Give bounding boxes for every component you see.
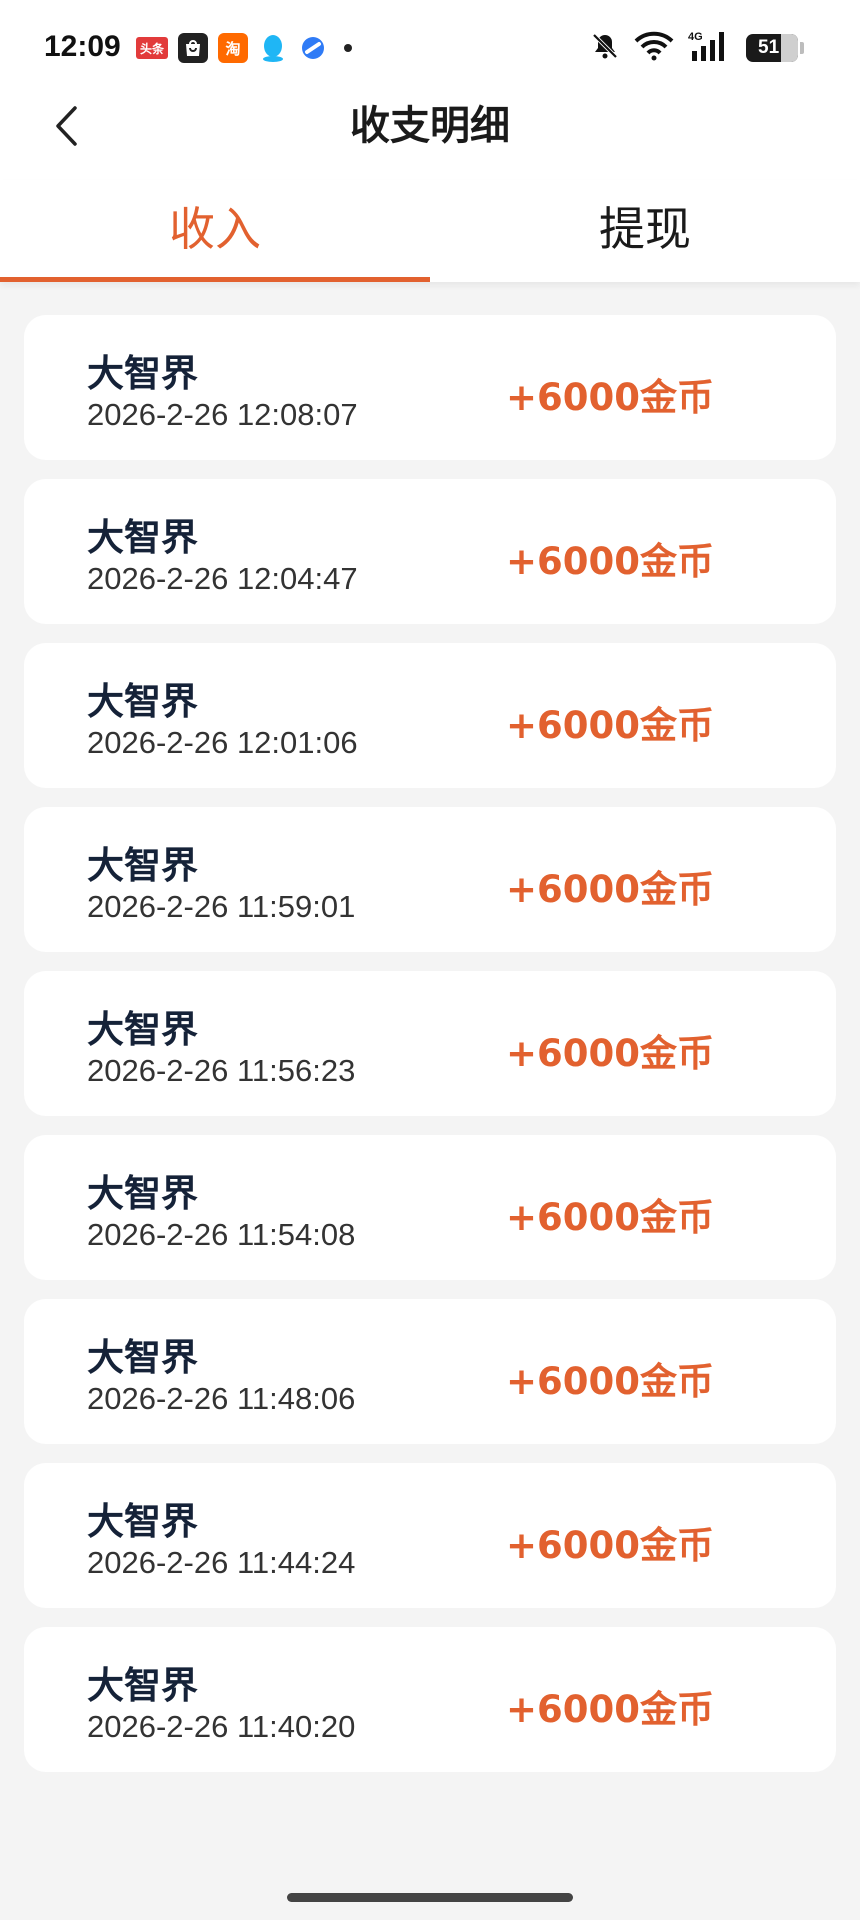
- qq-icon: [258, 33, 288, 63]
- app-header: 收支明细: [0, 98, 860, 180]
- record-time: 2026-2-26 11:48:06: [87, 1381, 356, 1416]
- notification-icons: 头条 淘: [136, 32, 352, 64]
- tab-bar: 收入 提现: [0, 180, 860, 282]
- record-name: 大智界: [87, 680, 198, 723]
- tab-withdraw[interactable]: 提现: [430, 180, 860, 282]
- status-time: 12:09: [44, 30, 121, 63]
- record-amount: +6000金币: [506, 1032, 714, 1075]
- list-item: 大智界 2026-2-26 11:54:08 +6000金币: [24, 1135, 836, 1280]
- battery-tip: [800, 42, 804, 54]
- list-item: 大智界 2026-2-26 12:04:47 +6000金币: [24, 479, 836, 624]
- record-time: 2026-2-26 12:01:06: [87, 725, 358, 760]
- record-name: 大智界: [87, 1664, 198, 1707]
- list-item: 大智界 2026-2-26 11:59:01 +6000金币: [24, 807, 836, 952]
- list-item: 大智界 2026-2-26 11:40:20 +6000金币: [24, 1627, 836, 1772]
- record-name: 大智界: [87, 1172, 198, 1215]
- record-amount: +6000金币: [506, 1524, 714, 1567]
- record-amount: +6000金币: [506, 1688, 714, 1731]
- battery-icon: 51: [746, 34, 798, 62]
- record-name: 大智界: [87, 1336, 198, 1379]
- home-indicator[interactable]: [287, 1893, 573, 1902]
- record-amount: +6000金币: [506, 1196, 714, 1239]
- record-time: 2026-2-26 12:08:07: [87, 397, 358, 432]
- records-list: 大智界 2026-2-26 12:08:07 +6000金币 大智界 2026-…: [24, 315, 836, 1791]
- toutiao-icon: 头条: [136, 37, 168, 59]
- record-time: 2026-2-26 11:54:08: [87, 1217, 356, 1252]
- record-amount: +6000金币: [506, 704, 714, 747]
- record-amount: +6000金币: [506, 1360, 714, 1403]
- taobao-icon: 淘: [218, 33, 248, 63]
- cellular-signal-icon: 4G: [688, 29, 732, 67]
- record-name: 大智界: [87, 516, 198, 559]
- shopping-bag-icon: [178, 33, 208, 63]
- list-item: 大智界 2026-2-26 12:01:06 +6000金币: [24, 643, 836, 788]
- record-time: 2026-2-26 12:04:47: [87, 561, 358, 596]
- status-bar: 12:09 头条 淘 4G 51: [0, 0, 860, 98]
- list-item: 大智界 2026-2-26 11:48:06 +6000金币: [24, 1299, 836, 1444]
- record-name: 大智界: [87, 1008, 198, 1051]
- record-amount: +6000金币: [506, 868, 714, 911]
- record-time: 2026-2-26 11:59:01: [87, 889, 356, 924]
- record-time: 2026-2-26 11:44:24: [87, 1545, 356, 1580]
- record-time: 2026-2-26 11:40:20: [87, 1709, 356, 1744]
- tab-income[interactable]: 收入: [0, 180, 430, 282]
- page-title: 收支明细: [350, 103, 510, 149]
- record-time: 2026-2-26 11:56:23: [87, 1053, 356, 1088]
- record-name: 大智界: [87, 1500, 198, 1543]
- record-name: 大智界: [87, 352, 198, 395]
- more-notifications-dot: [344, 44, 352, 52]
- mute-bell-icon: [590, 31, 620, 65]
- battery-level: 51: [758, 37, 780, 58]
- browser-icon: [298, 33, 328, 63]
- list-item: 大智界 2026-2-26 11:44:24 +6000金币: [24, 1463, 836, 1608]
- status-icons: 4G 51: [590, 30, 804, 66]
- record-amount: +6000金币: [506, 376, 714, 419]
- list-item: 大智界 2026-2-26 12:08:07 +6000金币: [24, 315, 836, 460]
- list-item: 大智界 2026-2-26 11:56:23 +6000金币: [24, 971, 836, 1116]
- wifi-icon: [634, 31, 674, 65]
- record-amount: +6000金币: [506, 540, 714, 583]
- network-type-label: 4G: [688, 31, 703, 43]
- record-name: 大智界: [87, 844, 198, 887]
